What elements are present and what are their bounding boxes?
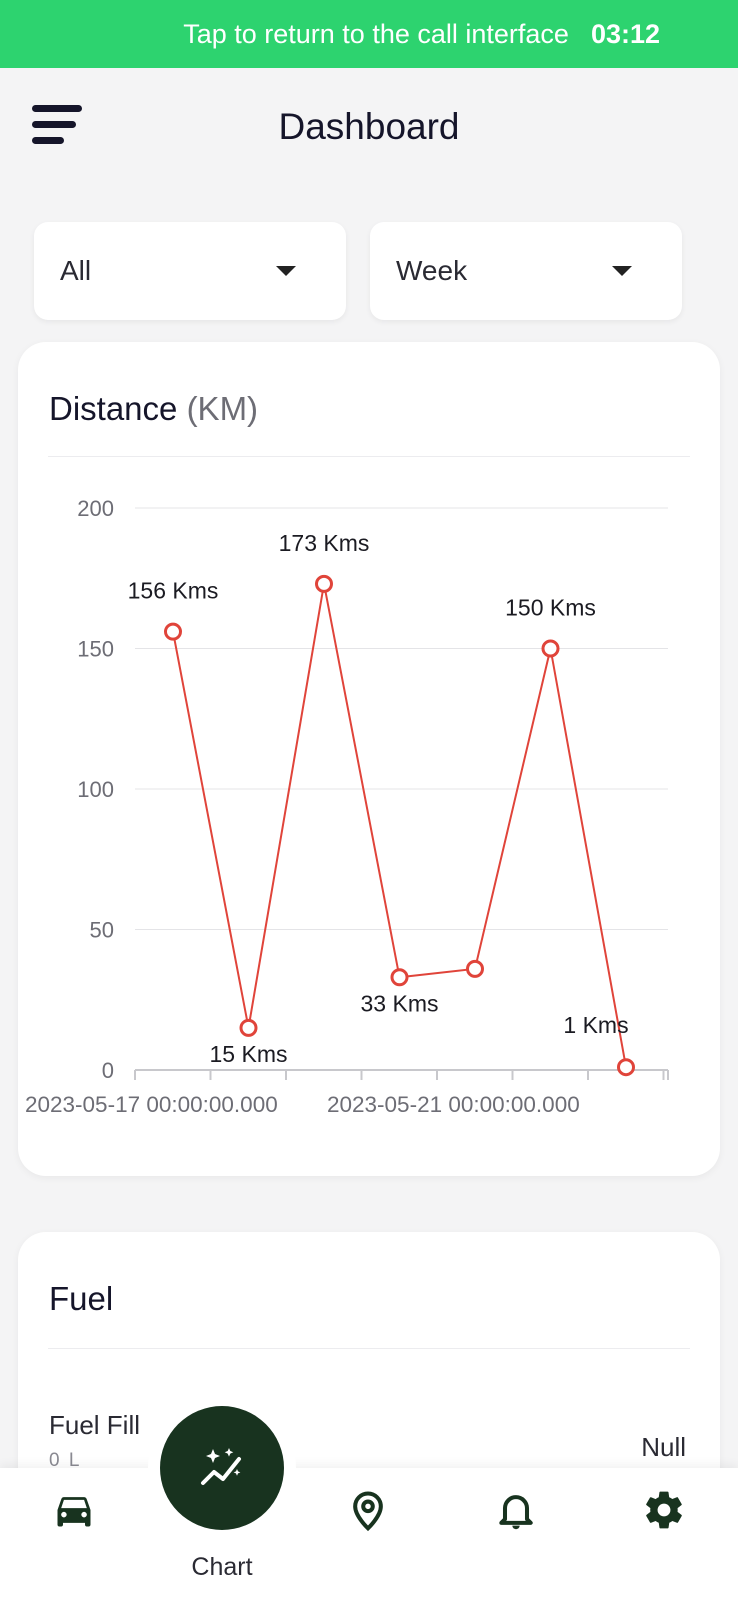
fuel-fill-status: Null: [641, 1432, 686, 1462]
return-to-call-banner[interactable]: Tap to return to the call interface 03:1…: [0, 0, 738, 68]
data-label: 15 Kms: [210, 1041, 288, 1067]
nav-notifications[interactable]: [466, 1468, 566, 1600]
chart-sparkle-icon: [201, 1448, 241, 1485]
y-tick-label: 200: [77, 496, 114, 521]
data-point: [617, 1058, 635, 1077]
card-divider: [48, 1348, 690, 1349]
data-label: 173 Kms: [279, 530, 370, 556]
x-tick-label: 2023-05-17 00:00:00.000: [25, 1092, 278, 1117]
page-title: Dashboard: [278, 106, 460, 147]
caret-down-icon: [276, 266, 296, 276]
call-banner-message: Tap to return to the call interface: [183, 18, 569, 49]
distance-card: Distance (KM) 0 50 100 150 200 2023-05-17 00:…: [18, 342, 720, 1176]
nav-vehicles[interactable]: [24, 1468, 124, 1600]
data-label: 33 Kms: [361, 990, 439, 1016]
y-tick-label: 100: [77, 777, 114, 802]
data-label: 1 Kms: [563, 1012, 628, 1038]
nav-settings[interactable]: [614, 1468, 714, 1600]
data-point: [164, 622, 182, 641]
period-filter-select[interactable]: Week: [370, 222, 682, 320]
y-tick-label: 50: [90, 918, 114, 943]
call-timer: 03:12: [590, 18, 660, 49]
nav-location[interactable]: [318, 1468, 418, 1600]
data-point: [390, 968, 409, 987]
app-header: Dashboard: [0, 68, 738, 188]
y-tick-label: 150: [77, 637, 114, 662]
data-point: [239, 1018, 258, 1037]
data-label: 156 Kms: [128, 578, 219, 604]
x-tick-label: 2023-05-21 00:00:00.000: [327, 1092, 580, 1117]
caret-down-icon: [612, 266, 632, 276]
distance-line-chart: 0 50 100 150 200 2023-05-17 00:00:00.000 2023-…: [25, 496, 669, 1117]
period-filter-value: Week: [396, 255, 468, 286]
y-tick-label: 0: [102, 1058, 114, 1083]
car-icon: [57, 1497, 91, 1527]
data-label: 150 Kms: [505, 595, 596, 621]
chart-fab-label: Chart: [191, 1553, 253, 1581]
data-point: [541, 639, 560, 658]
chart-fab-button[interactable]: [160, 1406, 284, 1530]
bottom-navigation: [0, 1468, 738, 1600]
data-point: [315, 574, 333, 593]
gear-icon: [646, 1491, 682, 1529]
fuel-fill-label: Fuel Fill: [49, 1410, 141, 1440]
bell-icon: [499, 1495, 533, 1530]
vehicle-filter-select[interactable]: All: [34, 222, 346, 320]
vehicle-filter-value: All: [60, 255, 92, 286]
location-pin-icon: [353, 1491, 383, 1532]
data-point: [466, 959, 484, 978]
fuel-card-title: Fuel: [49, 1280, 114, 1317]
